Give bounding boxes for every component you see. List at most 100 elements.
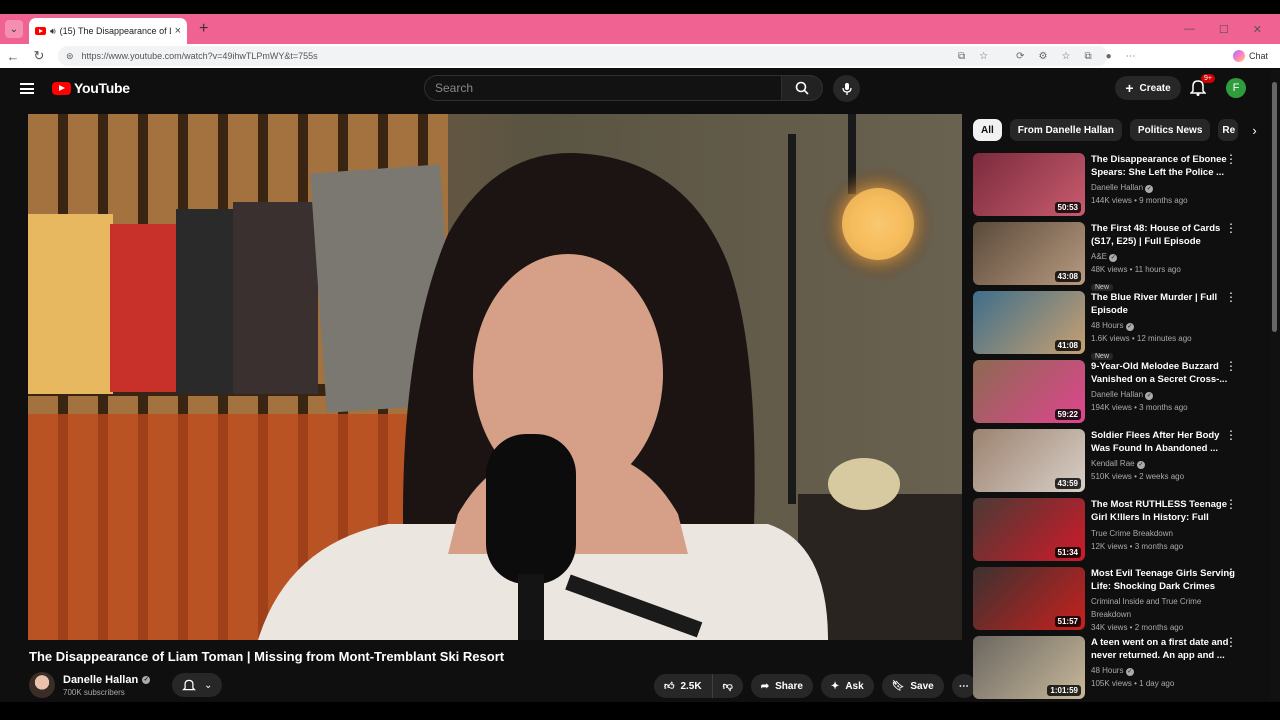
video-thumbnail[interactable]: 50:53 bbox=[973, 153, 1085, 216]
notification-count-badge: 9+ bbox=[1201, 74, 1215, 83]
chip-related[interactable]: Re bbox=[1218, 119, 1239, 141]
channel-line: 48 Hours ✓ bbox=[1091, 319, 1235, 332]
video-title[interactable]: Soldier Flees After Her Body Was Found I… bbox=[1091, 429, 1235, 455]
channel-name[interactable]: Danelle Hallan bbox=[1091, 390, 1143, 399]
youtube-header: YouTube Search + Create 9+ F bbox=[4, 70, 1270, 106]
recommended-video[interactable]: 1:01:59 A teen went on a first date and n… bbox=[973, 636, 1249, 705]
back-button[interactable]: ← bbox=[0, 49, 26, 64]
chip-politics-news[interactable]: Politics News bbox=[1129, 119, 1211, 141]
extensions-icon[interactable]: ⚙ bbox=[1039, 51, 1048, 62]
channel-name[interactable]: True Crime Breakdown bbox=[1091, 529, 1173, 538]
refresh-icon[interactable]: ⟳ bbox=[1016, 51, 1024, 62]
subscription-bell-button[interactable]: ⌄ bbox=[172, 673, 223, 697]
video-title[interactable]: Most Evil Teenage Girls Serving Life: Sh… bbox=[1091, 567, 1235, 593]
more-vertical-icon[interactable]: ⋮ bbox=[1225, 567, 1237, 579]
tab-search-button[interactable]: ⌄ bbox=[5, 20, 23, 38]
profile-icon[interactable]: ● bbox=[1106, 51, 1112, 62]
browser-toolbar: ← ↻ ⊜ https://www.youtube.com/watch?v=49… bbox=[0, 44, 1280, 68]
search-button[interactable] bbox=[781, 75, 823, 101]
speaker-icon[interactable]: 🔊︎ bbox=[50, 26, 56, 37]
verified-icon: ✓ bbox=[1136, 461, 1145, 469]
app-icon[interactable]: ⧉ bbox=[958, 51, 965, 62]
share-button[interactable]: ➦ Share bbox=[750, 674, 813, 698]
channel-name[interactable]: 48 Hours bbox=[1091, 666, 1123, 675]
favorites-icon[interactable]: ☆ bbox=[1061, 51, 1070, 62]
channel-line: Kendall Rae ✓ bbox=[1091, 457, 1235, 470]
close-window-button[interactable]: ✕ bbox=[1253, 23, 1262, 36]
copilot-icon bbox=[1232, 50, 1245, 62]
address-bar[interactable]: ⊜ https://www.youtube.com/watch?v=49ihwT… bbox=[58, 46, 1108, 66]
channel-name[interactable]: Danelle Hallan bbox=[1091, 183, 1143, 192]
account-avatar[interactable]: F bbox=[1226, 78, 1246, 98]
video-title[interactable]: The Blue River Murder | Full Episode bbox=[1091, 291, 1235, 317]
minimize-button[interactable]: — bbox=[1184, 23, 1195, 36]
voice-search-button[interactable] bbox=[833, 75, 860, 102]
scrollbar-thumb[interactable] bbox=[1272, 82, 1277, 332]
page-scrollbar[interactable] bbox=[1270, 70, 1280, 700]
youtube-logo[interactable]: YouTube bbox=[52, 80, 130, 96]
copilot-chat-button[interactable]: Chat bbox=[1232, 50, 1268, 62]
video-duration: 43:08 bbox=[1054, 271, 1081, 282]
channel-name[interactable]: Criminal Inside and True Crime Breakdown bbox=[1091, 597, 1201, 619]
video-title[interactable]: The Disappearance of Ebonee Spears: She … bbox=[1091, 153, 1235, 179]
more-vertical-icon[interactable]: ⋮ bbox=[1225, 429, 1237, 441]
more-vertical-icon[interactable]: ⋮ bbox=[1225, 222, 1237, 234]
video-player[interactable] bbox=[28, 114, 962, 640]
more-vertical-icon[interactable]: ⋮ bbox=[1225, 291, 1237, 303]
close-tab-icon[interactable]: × bbox=[175, 25, 181, 37]
recommended-video[interactable]: 59:22 9-Year-Old Melodee Buzzard Vanished… bbox=[973, 360, 1249, 429]
favorite-star-icon[interactable]: ☆ bbox=[979, 51, 988, 62]
more-vertical-icon[interactable]: ⋮ bbox=[1225, 636, 1237, 648]
ask-button[interactable]: ✦ Ask bbox=[820, 674, 874, 698]
recommendations-list: 50:53 The Disappearance of Ebonee Spears:… bbox=[973, 153, 1249, 705]
collections-icon[interactable]: ⧉ bbox=[1084, 51, 1091, 62]
more-vertical-icon[interactable]: ⋮ bbox=[1225, 153, 1237, 165]
channel-name[interactable]: 48 Hours bbox=[1091, 321, 1123, 330]
verified-icon: ✓ bbox=[1145, 185, 1154, 193]
chip-label: Politics News bbox=[1137, 124, 1203, 136]
chevron-right-icon[interactable]: › bbox=[1252, 123, 1256, 138]
video-thumbnail[interactable]: 1:01:59 bbox=[973, 636, 1085, 699]
save-button[interactable]: 🔖︎ Save bbox=[881, 674, 944, 698]
recommended-video[interactable]: 41:08 The Blue River Murder | Full Episod… bbox=[973, 291, 1249, 360]
dislike-button[interactable]: 👎︎ bbox=[712, 674, 743, 698]
hamburger-menu-icon[interactable] bbox=[20, 82, 34, 94]
more-vertical-icon[interactable]: ⋮ bbox=[1225, 360, 1237, 372]
video-title[interactable]: 9-Year-Old Melodee Buzzard Vanished on a… bbox=[1091, 360, 1235, 386]
video-thumbnail[interactable]: 51:34 bbox=[973, 498, 1085, 561]
search-placeholder: Search bbox=[435, 81, 474, 95]
video-thumbnail[interactable]: 43:59 bbox=[973, 429, 1085, 492]
chip-all[interactable]: All bbox=[973, 119, 1002, 141]
like-button[interactable]: 👍︎ 2.5K bbox=[654, 674, 713, 698]
new-badge: New bbox=[1091, 353, 1114, 360]
browser-tab[interactable]: 🔊︎ (15) The Disappearance of Lia × bbox=[29, 18, 187, 44]
site-info-icon[interactable]: ⊜ bbox=[66, 51, 74, 62]
reload-button[interactable]: ↻ bbox=[26, 48, 52, 64]
video-thumbnail[interactable]: 41:08 bbox=[973, 291, 1085, 354]
new-tab-button[interactable]: + bbox=[199, 20, 208, 38]
video-title[interactable]: The Most RUTHLESS Teenage Girl K!llers I… bbox=[1091, 498, 1235, 525]
create-label: Create bbox=[1139, 82, 1171, 94]
channel-line: True Crime Breakdown bbox=[1091, 527, 1235, 540]
recommended-video[interactable]: 51:34 The Most RUTHLESS Teenage Girl K!ll… bbox=[973, 498, 1249, 567]
more-vertical-icon[interactable]: ⋮ bbox=[1225, 498, 1237, 510]
video-title[interactable]: The First 48: House of Cards (S17, E25) … bbox=[1091, 222, 1235, 248]
channel-name[interactable]: A&E bbox=[1091, 252, 1107, 261]
video-thumbnail[interactable]: 51:57 bbox=[973, 567, 1085, 630]
recommended-video[interactable]: 51:57 Most Evil Teenage Girls Serving Lif… bbox=[973, 567, 1249, 636]
recommended-video[interactable]: 43:59 Soldier Flees After Her Body Was Fo… bbox=[973, 429, 1249, 498]
recommended-video[interactable]: 43:08 The First 48: House of Cards (S17, … bbox=[973, 222, 1249, 291]
views-and-age: 12K views • 3 months ago bbox=[1091, 542, 1184, 551]
video-thumbnail[interactable]: 43:08 bbox=[973, 222, 1085, 285]
video-thumbnail[interactable]: 59:22 bbox=[973, 360, 1085, 423]
channel-avatar[interactable] bbox=[29, 672, 55, 698]
maximize-button[interactable]: ☐ bbox=[1219, 23, 1229, 36]
channel-name[interactable]: Danelle Hallan bbox=[63, 674, 138, 686]
video-title[interactable]: A teen went on a first date and never re… bbox=[1091, 636, 1235, 662]
channel-name[interactable]: Kendall Rae bbox=[1091, 459, 1135, 468]
chip-from-channel[interactable]: From Danelle Hallan bbox=[1009, 119, 1122, 141]
menu-dots-icon[interactable]: ⋯ bbox=[1126, 51, 1136, 62]
create-button[interactable]: + Create bbox=[1115, 76, 1181, 100]
recommended-video[interactable]: 50:53 The Disappearance of Ebonee Spears:… bbox=[973, 153, 1249, 222]
search-input[interactable]: Search bbox=[424, 75, 782, 101]
